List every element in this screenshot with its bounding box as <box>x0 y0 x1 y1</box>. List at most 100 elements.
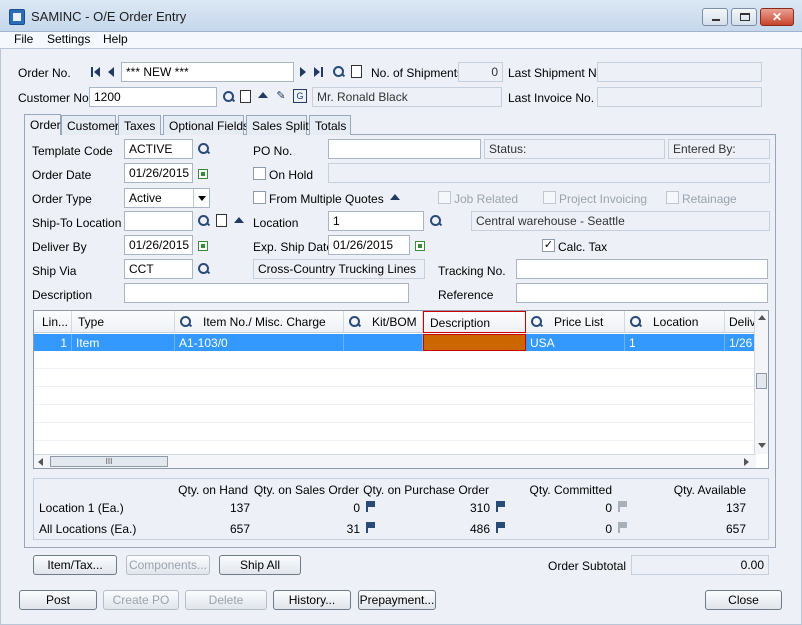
close-button[interactable]: Close <box>705 590 782 610</box>
search-icon[interactable] <box>332 65 346 79</box>
quotes-zoom-icon[interactable] <box>390 194 400 200</box>
menu-settings[interactable]: Settings <box>47 32 90 46</box>
previous-record-icon[interactable] <box>108 67 114 77</box>
exp-ship-calendar-icon[interactable] <box>415 241 425 251</box>
reference-input[interactable] <box>516 283 768 303</box>
tab-sales-split[interactable]: Sales Split <box>246 115 309 135</box>
post-button[interactable]: Post <box>19 590 97 610</box>
order-date-input[interactable]: 01/26/2015 <box>124 163 193 183</box>
close-window-button[interactable]: ✕ <box>760 8 794 26</box>
delete-button[interactable]: Delete <box>185 590 267 610</box>
ship-via-input[interactable]: CCT <box>124 259 193 279</box>
customer-no-label: Customer No. <box>18 91 93 105</box>
minimize-button[interactable] <box>702 8 728 26</box>
cell-location[interactable]: 1 <box>625 334 725 351</box>
column-header-location[interactable]: Location <box>625 311 725 333</box>
column-header-price-list[interactable]: Price List <box>526 311 625 333</box>
description-input[interactable] <box>124 283 409 303</box>
ship-to-search-icon[interactable] <box>197 214 211 228</box>
column-header-deliver[interactable]: Deliv <box>725 311 756 333</box>
calc-tax-checkbox[interactable]: ✓ <box>542 239 555 252</box>
scroll-down-icon[interactable] <box>758 443 766 448</box>
vertical-scroll-thumb[interactable] <box>756 373 767 389</box>
customer-edit-icon[interactable]: ✎ <box>274 89 288 103</box>
template-search-icon[interactable] <box>197 142 211 156</box>
sales-order-all-drilldown-icon[interactable] <box>366 522 375 533</box>
project-invoicing-checkbox[interactable] <box>543 191 556 204</box>
item-tax-button[interactable]: Item/Tax... <box>33 555 117 575</box>
retainage-checkbox[interactable] <box>666 191 679 204</box>
from-multiple-quotes-checkbox[interactable] <box>253 191 266 204</box>
cell-price-list[interactable]: USA <box>526 334 625 351</box>
chevron-down-icon[interactable] <box>193 189 209 207</box>
next-record-icon[interactable] <box>300 67 306 77</box>
sales-order-drilldown-icon[interactable] <box>366 501 375 512</box>
order-type-select[interactable]: Active <box>124 188 210 208</box>
table-row[interactable]: 1 Item A1-103/0 USA 1 1/26 <box>34 334 756 351</box>
ship-to-new-icon[interactable] <box>216 214 227 227</box>
po-no-input[interactable] <box>328 139 481 159</box>
customer-search-icon[interactable] <box>222 90 236 104</box>
exp-ship-date-input[interactable]: 01/26/2015 <box>328 235 410 255</box>
cell-description[interactable] <box>423 334 526 351</box>
maximize-button[interactable] <box>731 8 757 26</box>
tracking-no-input[interactable] <box>516 259 768 279</box>
vertical-scrollbar[interactable] <box>754 311 768 454</box>
customer-no-input[interactable]: 1200 <box>89 87 217 107</box>
location-search-icon[interactable] <box>429 214 443 228</box>
horizontal-scroll-thumb[interactable]: III <box>50 456 168 467</box>
customer-g-icon[interactable]: G <box>293 89 307 103</box>
create-po-button[interactable]: Create PO <box>103 590 179 610</box>
cell-line[interactable]: 1 <box>34 334 72 351</box>
kit-search-icon[interactable] <box>348 315 362 329</box>
menu-help[interactable]: Help <box>103 32 128 46</box>
minimize-icon <box>712 19 720 21</box>
qty-sales-order-all: 31 <box>346 522 360 536</box>
column-header-line[interactable]: Lin... <box>34 311 72 333</box>
price-list-search-icon[interactable] <box>530 315 544 329</box>
tab-totals[interactable]: Totals <box>309 115 351 135</box>
ship-to-location-input[interactable] <box>124 211 193 231</box>
tab-order[interactable]: Order <box>24 114 61 135</box>
order-detail-grid[interactable]: Lin... Type Item No./ Misc. Charge Kit/B… <box>33 310 769 469</box>
tab-optional-fields[interactable]: Optional Fields <box>163 115 249 135</box>
tab-customer[interactable]: Customer <box>61 115 119 135</box>
item-search-icon[interactable] <box>179 315 193 329</box>
horizontal-scrollbar[interactable]: III <box>34 454 756 468</box>
column-header-type[interactable]: Type <box>72 311 175 333</box>
prepayment-button[interactable]: Prepayment... <box>358 590 436 610</box>
cell-deliver[interactable]: 1/26 <box>725 334 756 351</box>
last-record-icon[interactable] <box>314 67 320 77</box>
purchase-order-all-drilldown-icon[interactable] <box>496 522 505 533</box>
ship-via-search-icon[interactable] <box>197 262 211 276</box>
location-input[interactable]: 1 <box>328 211 424 231</box>
cell-type[interactable]: Item <box>72 334 175 351</box>
tab-taxes[interactable]: Taxes <box>118 115 161 135</box>
template-code-input[interactable]: ACTIVE <box>124 139 193 159</box>
scroll-right-icon[interactable] <box>744 458 749 466</box>
first-record-icon[interactable] <box>94 67 100 77</box>
order-no-input[interactable]: *** NEW *** <box>121 62 294 82</box>
components-button[interactable]: Components... <box>126 555 210 575</box>
deliver-by-calendar-icon[interactable] <box>198 241 208 251</box>
column-header-item-no[interactable]: Item No./ Misc. Charge <box>175 311 344 333</box>
column-header-description[interactable]: Description <box>423 311 526 333</box>
ship-all-button[interactable]: Ship All <box>219 555 301 575</box>
column-header-kit-bom[interactable]: Kit/BOM <box>344 311 423 333</box>
order-date-calendar-icon[interactable] <box>198 169 208 179</box>
new-document-icon[interactable] <box>351 65 362 78</box>
scroll-left-icon[interactable] <box>38 458 43 466</box>
job-related-checkbox[interactable] <box>438 191 451 204</box>
cell-item-no[interactable]: A1-103/0 <box>175 334 344 351</box>
purchase-order-drilldown-icon[interactable] <box>496 501 505 512</box>
scroll-up-icon[interactable] <box>758 315 766 320</box>
cell-kit-bom[interactable] <box>344 334 423 351</box>
on-hold-checkbox[interactable] <box>253 167 266 180</box>
menu-file[interactable]: File <box>14 32 33 46</box>
grid-location-search-icon[interactable] <box>629 315 643 329</box>
history-button[interactable]: History... <box>273 590 351 610</box>
customer-zoom-icon[interactable] <box>258 92 268 98</box>
ship-to-zoom-icon[interactable] <box>234 217 244 223</box>
customer-new-icon[interactable] <box>240 90 251 103</box>
deliver-by-input[interactable]: 01/26/2015 <box>124 235 193 255</box>
